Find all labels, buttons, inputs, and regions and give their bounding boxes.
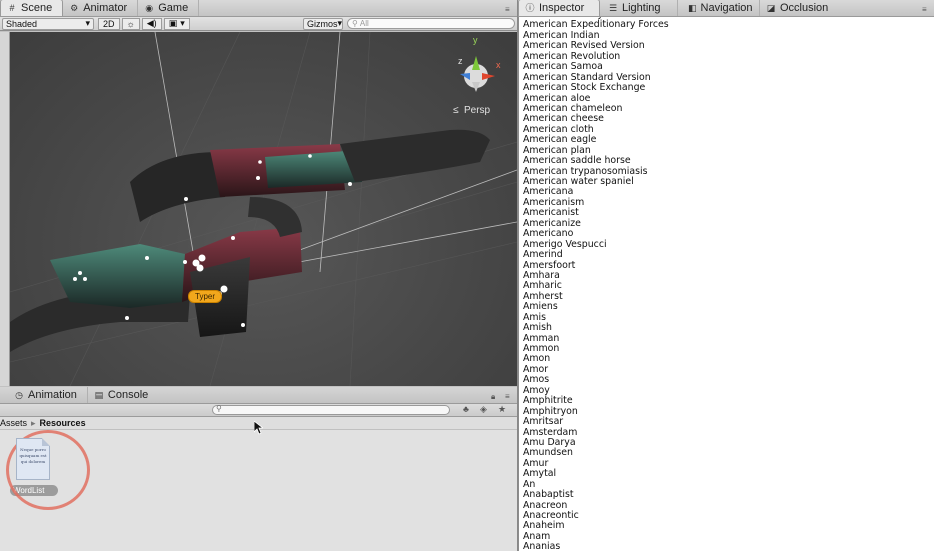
- project-toolbar: ⚲ ♣ ◈ ★: [0, 404, 517, 417]
- lock-icon[interactable]: 🔒︎: [491, 392, 495, 402]
- navigation-icon: ◧: [688, 3, 697, 13]
- favorite-star-icon[interactable]: ★: [498, 404, 506, 415]
- tab-animator[interactable]: ⚙ Animator: [63, 0, 139, 16]
- shading-mode-label: Shaded: [6, 18, 38, 29]
- word-list-item: Amytal: [523, 468, 557, 480]
- mouse-cursor-icon: [254, 421, 263, 435]
- bottom-tab-bar: ◷ Animation ▤ Console: [0, 387, 517, 404]
- inspector-panel[interactable]: American beautyAmerican Expeditionary Fo…: [518, 17, 934, 551]
- text-file-icon: Neque porro quisquam est qui dolorem: [16, 438, 50, 480]
- tab-label: Game: [158, 2, 189, 14]
- toggle-2d-label: 2D: [103, 18, 115, 29]
- project-asset-area: Neque porro quisquam est qui dolorem Wor…: [0, 430, 517, 551]
- word-list-item: Amish: [523, 322, 552, 334]
- orientation-gizmo: [460, 56, 495, 92]
- project-search-input[interactable]: ⚲: [212, 404, 450, 415]
- word-list-item: Anabaptist: [523, 489, 574, 501]
- tab-label: Animation: [28, 389, 77, 401]
- game-icon: ◉: [145, 3, 154, 13]
- word-list: American beautyAmerican Expeditionary Fo…: [523, 17, 669, 551]
- tab-label: Scene: [21, 2, 53, 14]
- word-list-item: Amritsar: [523, 416, 564, 428]
- panel-menu-icon[interactable]: ≡: [505, 5, 510, 14]
- scene-left-strip: [0, 32, 10, 386]
- tab-label: Animator: [83, 2, 128, 14]
- scene-audio-button[interactable]: ◀): [141, 17, 162, 30]
- clock-icon: ◷: [15, 390, 23, 400]
- occlusion-icon: ◪: [766, 3, 776, 13]
- dropdown-arrow-icon: ▾: [337, 18, 343, 28]
- breadcrumb-root[interactable]: Assets: [0, 418, 27, 428]
- tab-game[interactable]: ◉ Game: [138, 0, 200, 16]
- toggle-2d-button[interactable]: 2D: [98, 17, 120, 30]
- sun-icon: ☼: [126, 18, 135, 29]
- info-icon: ⓘ: [525, 3, 535, 13]
- filter-by-label-icon[interactable]: ◈: [480, 404, 487, 415]
- search-icon: ⚲: [352, 19, 358, 28]
- scene-viewport[interactable]: y x z ≤ Persp Typer: [10, 32, 517, 386]
- tab-label: Console: [107, 389, 149, 401]
- tab-label: Occlusion: [780, 2, 829, 14]
- scene-render: [10, 32, 517, 386]
- console-icon: ▤: [94, 390, 104, 400]
- scene-toolbar: Shaded ▾ 2D ☼ ◀) ▣ ▾ Gizmos ▾ ⚲ All: [0, 17, 517, 31]
- image-icon: ▣: [168, 18, 178, 28]
- tab-label: Lighting: [622, 2, 661, 14]
- preview-line: qui dolorem: [20, 459, 46, 464]
- filter-by-type-icon[interactable]: ♣: [463, 404, 469, 414]
- shading-mode-dropdown[interactable]: Shaded ▾: [2, 17, 94, 30]
- tab-label: Inspector: [539, 2, 585, 14]
- scene-effects-button[interactable]: ▣ ▾: [163, 17, 190, 30]
- word-list-item: Amerind: [523, 249, 563, 261]
- tab-navigation[interactable]: ◧ Navigation: [678, 0, 760, 16]
- persp-back-icon[interactable]: ≤: [453, 105, 459, 116]
- search-icon: ⚲: [216, 404, 222, 413]
- level-geometry: [10, 129, 490, 352]
- speaker-icon: ◀): [146, 18, 157, 28]
- tab-scene[interactable]: # Scene: [0, 0, 64, 16]
- gizmo-z-label: z: [458, 56, 463, 66]
- gizmo-y-label: y: [473, 35, 478, 45]
- gizmo-x-label: x: [496, 60, 501, 70]
- scene-search-placeholder: All: [359, 19, 369, 28]
- scene-search-input[interactable]: ⚲ All: [347, 18, 515, 29]
- scene-tab-bar: # Scene ⚙ Animator ◉ Game: [0, 0, 517, 17]
- word-list-item: Ananias: [523, 541, 561, 551]
- word-list-item: American saddle horse: [523, 155, 631, 167]
- word-list-item: American Stock Exchange: [523, 82, 646, 94]
- dropdown-arrow-icon: ▾: [180, 18, 185, 28]
- breadcrumb-current[interactable]: Resources: [40, 418, 86, 428]
- tab-label: Navigation: [700, 2, 753, 14]
- animator-icon: ⚙: [70, 3, 79, 13]
- tab-console[interactable]: ▤ Console: [88, 387, 158, 403]
- gizmos-label: Gizmos: [307, 18, 338, 29]
- dropdown-arrow-icon: ▾: [85, 18, 90, 28]
- inspector-tab-bar: ⓘ Inspector ☰ Lighting ◧ Navigation ◪ Oc…: [518, 0, 934, 17]
- hash-icon: #: [9, 3, 15, 13]
- typer-object-tag[interactable]: Typer: [188, 290, 223, 303]
- lighting-icon: ☰: [608, 3, 618, 13]
- asset-wordlist[interactable]: Neque porro quisquam est qui dolorem Wor…: [6, 430, 90, 510]
- breadcrumb-separator: ▸: [31, 417, 36, 428]
- gizmos-dropdown[interactable]: Gizmos ▾: [303, 17, 343, 30]
- panel-menu-icon[interactable]: ≡: [922, 5, 927, 14]
- tab-inspector[interactable]: ⓘ Inspector: [518, 0, 600, 16]
- tab-animation[interactable]: ◷ Animation: [0, 387, 88, 403]
- persp-label[interactable]: Persp: [464, 105, 490, 116]
- scene-lighting-button[interactable]: ☼: [121, 17, 140, 30]
- panel-menu-icon[interactable]: ≡: [505, 392, 510, 401]
- tab-lighting[interactable]: ☰ Lighting: [600, 0, 678, 16]
- tab-occlusion[interactable]: ◪ Occlusion: [760, 0, 850, 16]
- typer-tag-label: Typer: [195, 292, 216, 301]
